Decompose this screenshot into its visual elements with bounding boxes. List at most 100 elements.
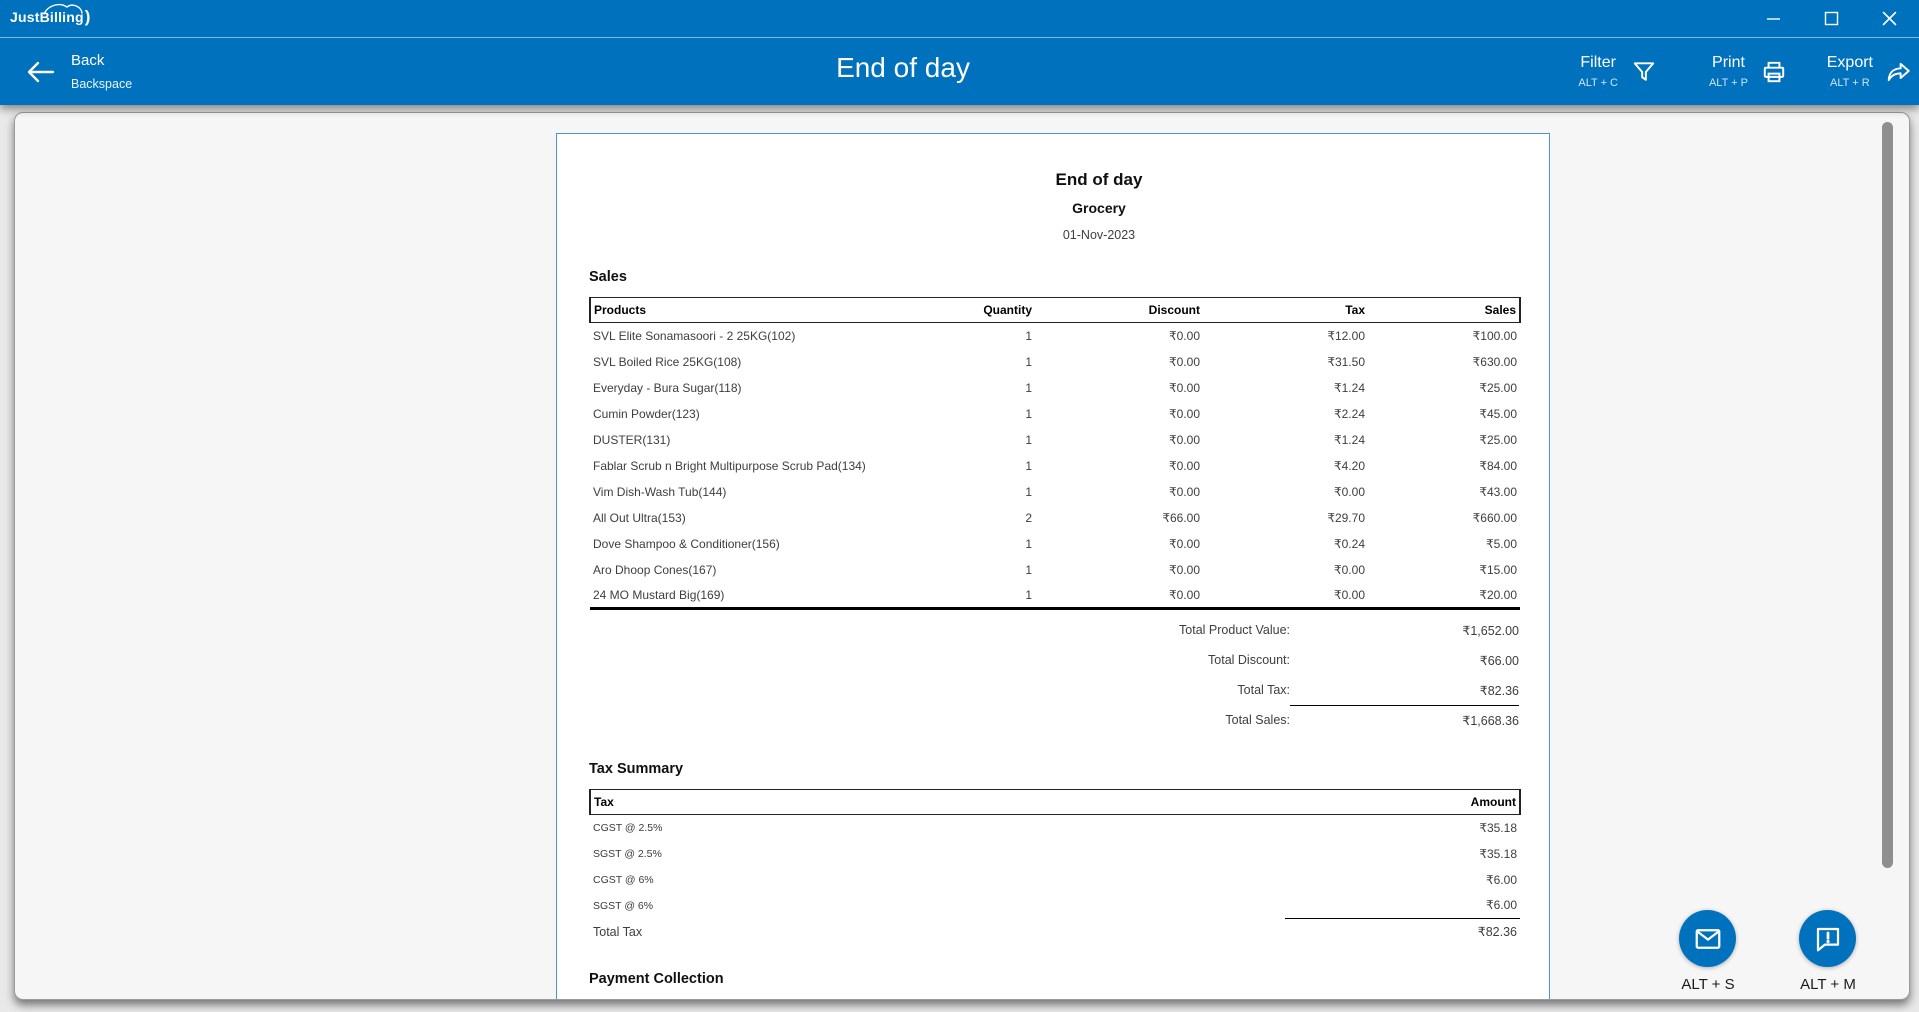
table-cell: ₹25.00	[1368, 427, 1520, 453]
export-button[interactable]: Export ALT + R	[1827, 38, 1912, 105]
column-header-discount: Discount	[1035, 298, 1203, 323]
table-cell: Everyday - Bura Sugar(118)	[590, 375, 865, 401]
table-cell: 1	[865, 349, 1035, 375]
tax-table-row: CGST @ 2.5%₹35.18	[590, 815, 1520, 841]
table-cell: 1	[865, 323, 1035, 349]
report-store-name: Grocery	[603, 200, 1595, 217]
print-label: Print	[1712, 53, 1745, 72]
table-cell: 1	[865, 479, 1035, 505]
table-cell: SVL Elite Sonamasoori - 2 25KG(102)	[590, 323, 865, 349]
titlebar: JustBilling )	[0, 0, 1919, 37]
tax-total-row: Total Tax₹82.36	[590, 919, 1520, 945]
column-header-amount: Amount	[1285, 790, 1520, 815]
share-icon	[1886, 59, 1912, 85]
sales-totals: Total Product Value: ₹1,652.00 Total Dis…	[589, 615, 1519, 735]
minimize-button[interactable]	[1755, 2, 1791, 35]
cloud-icon	[42, 2, 86, 16]
column-header-products: Products	[590, 298, 865, 323]
filter-button[interactable]: Filter ALT + C	[1578, 38, 1657, 105]
table-cell: CGST @ 2.5%	[590, 815, 1285, 841]
payment-collection-table: Payment Modes Amount	[589, 999, 1521, 1001]
table-cell: ₹0.00	[1035, 349, 1203, 375]
table-cell: Cumin Powder(123)	[590, 401, 865, 427]
table-cell: 1	[865, 401, 1035, 427]
table-cell: SVL Boiled Rice 25KG(108)	[590, 349, 865, 375]
back-arrow-icon	[26, 59, 56, 85]
table-cell: ₹6.00	[1285, 867, 1520, 893]
table-cell: ₹0.00	[1203, 583, 1368, 609]
table-cell: ₹45.00	[1368, 401, 1520, 427]
table-cell: ₹0.00	[1035, 375, 1203, 401]
table-cell: ₹0.00	[1203, 479, 1368, 505]
table-cell: ₹100.00	[1368, 323, 1520, 349]
sales-table-header-row: Products Quantity Discount Tax Sales	[590, 298, 1520, 323]
sales-table-row: DUSTER(131)1₹0.00₹1.24₹25.00	[590, 427, 1520, 453]
table-cell: ₹0.00	[1035, 401, 1203, 427]
send-email-button[interactable]	[1679, 910, 1736, 967]
table-cell: Vim Dish-Wash Tub(144)	[590, 479, 865, 505]
vertical-scrollbar-thumb[interactable]	[1882, 122, 1893, 868]
tax-table-body: CGST @ 2.5%₹35.18SGST @ 2.5%₹35.18CGST @…	[590, 815, 1520, 945]
table-cell: ₹20.00	[1368, 583, 1520, 609]
table-cell: ₹2.24	[1203, 401, 1368, 427]
table-cell: ₹15.00	[1368, 557, 1520, 583]
maximize-icon	[1823, 10, 1840, 27]
sales-table-row: Fablar Scrub n Bright Multipurpose Scrub…	[590, 453, 1520, 479]
back-button[interactable]: Back Backspace	[26, 38, 132, 105]
table-cell: ₹5.00	[1368, 531, 1520, 557]
workspace: End of day Grocery 01-Nov-2023 Sales Pro…	[0, 105, 1919, 1012]
table-cell: SGST @ 2.5%	[590, 841, 1285, 867]
table-cell: 1	[865, 375, 1035, 401]
sales-table: Products Quantity Discount Tax Sales SVL…	[589, 297, 1521, 610]
export-label: Export	[1827, 53, 1873, 72]
table-cell: ₹0.00	[1035, 453, 1203, 479]
total-label: Total Discount:	[1208, 645, 1290, 675]
total-discount-row: Total Discount: ₹66.00	[589, 645, 1519, 675]
back-text: Back Backspace	[71, 52, 132, 92]
export-shortcut: ALT + R	[1830, 77, 1870, 90]
table-cell: CGST @ 6%	[590, 867, 1285, 893]
maximize-button[interactable]	[1813, 2, 1849, 35]
column-header-sales: Sales	[1368, 298, 1520, 323]
print-text: Print ALT + P	[1709, 53, 1748, 90]
total-tax-row: Total Tax: ₹82.36	[589, 675, 1519, 705]
sales-table-row: 24 MO Mustard Big(169)1₹0.00₹0.00₹20.00	[590, 583, 1520, 609]
appbar: Back Backspace End of day Filter ALT + C…	[0, 38, 1919, 105]
column-header-quantity: Quantity	[865, 298, 1035, 323]
filter-icon	[1631, 59, 1657, 85]
report-title: End of day	[603, 170, 1595, 190]
total-value: ₹82.36	[1290, 675, 1519, 705]
sales-table-row: Dove Shampoo & Conditioner(156)1₹0.00₹0.…	[590, 531, 1520, 557]
table-cell: ₹12.00	[1203, 323, 1368, 349]
close-button[interactable]	[1871, 2, 1907, 35]
tax-summary-table: Tax Amount CGST @ 2.5%₹35.18SGST @ 2.5%₹…	[589, 789, 1521, 945]
table-cell: 2	[865, 505, 1035, 531]
filter-shortcut: ALT + C	[1578, 77, 1618, 90]
payment-collection-section-heading: Payment Collection	[589, 971, 1549, 988]
printer-icon	[1761, 59, 1787, 85]
report-page: End of day Grocery 01-Nov-2023 Sales Pro…	[556, 133, 1550, 1000]
send-email-shortcut: ALT + S	[1658, 976, 1758, 993]
table-cell: Aro Dhoop Cones(167)	[590, 557, 865, 583]
total-value: ₹1,668.36	[1290, 705, 1519, 735]
filter-text: Filter ALT + C	[1578, 53, 1618, 90]
table-cell: ₹630.00	[1368, 349, 1520, 375]
table-cell: ₹1.24	[1203, 427, 1368, 453]
print-button[interactable]: Print ALT + P	[1709, 38, 1787, 105]
table-cell: ₹4.20	[1203, 453, 1368, 479]
back-shortcut: Backspace	[71, 77, 132, 92]
send-message-button[interactable]	[1799, 910, 1856, 967]
minimize-icon	[1765, 10, 1782, 27]
table-cell: 1	[865, 557, 1035, 583]
report-date: 01-Nov-2023	[603, 228, 1595, 243]
table-cell: 24 MO Mustard Big(169)	[590, 583, 865, 609]
email-icon	[1693, 924, 1723, 954]
table-cell: ₹0.00	[1035, 583, 1203, 609]
table-cell: ₹660.00	[1368, 505, 1520, 531]
back-label: Back	[71, 52, 132, 70]
sales-table-row: All Out Ultra(153)2₹66.00₹29.70₹660.00	[590, 505, 1520, 531]
table-cell: SGST @ 6%	[590, 893, 1285, 919]
justbilling-window: { "colors": { "accent": "#0071bc", "page…	[0, 0, 1919, 1012]
payment-table-header-row: Payment Modes Amount	[590, 1000, 1520, 1001]
total-label: Total Product Value:	[1179, 615, 1290, 645]
